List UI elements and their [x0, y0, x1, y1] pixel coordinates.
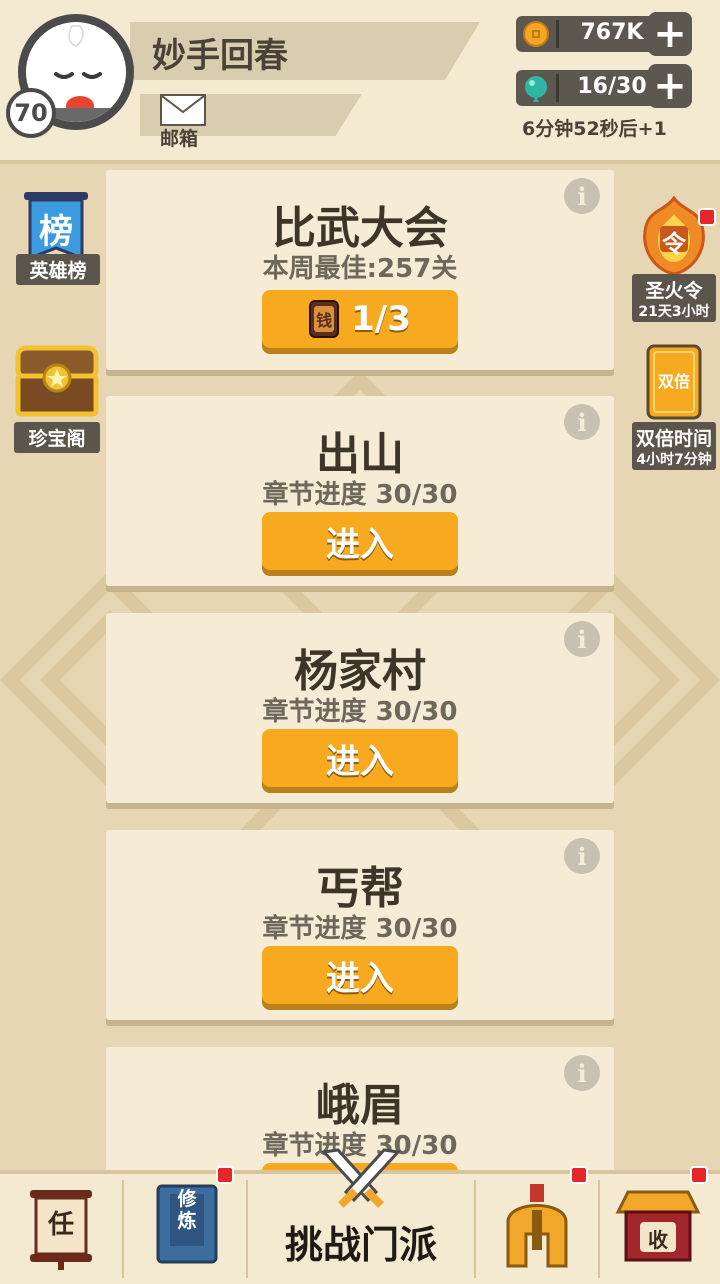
- stamina-value: 16/30: [577, 74, 647, 99]
- crossed-swords-icon: [320, 1148, 402, 1208]
- notification-dot: [570, 1166, 588, 1184]
- cultivate-icon-text: 修炼: [177, 1188, 197, 1232]
- double-icon-text: 双倍: [657, 372, 690, 391]
- ticket-icon: 钱: [309, 300, 340, 338]
- helmet-icon: [506, 1184, 568, 1268]
- coin-value: 767K: [580, 20, 644, 45]
- chapter-progress: 章节进度 30/30: [262, 480, 458, 510]
- mail-label: 邮箱: [160, 128, 199, 150]
- level-badge: 70: [6, 88, 56, 138]
- leaderboard-button[interactable]: 榜 英雄榜: [14, 192, 102, 292]
- chapter-progress: 章节进度 30/30: [262, 697, 458, 727]
- enter-button[interactable]: 进入: [262, 946, 458, 1004]
- stamina-regen-timer: 6分钟52秒后+1: [522, 118, 667, 140]
- holy-fire-order-button[interactable]: 令 圣火令 21天3小时: [630, 196, 718, 322]
- tournament-best: 本周最佳:257关: [262, 254, 458, 284]
- nav-tasks[interactable]: 任: [0, 1174, 122, 1284]
- tournament-title: 比武大会: [272, 203, 448, 254]
- nav-challenge-sect[interactable]: 挑战门派: [248, 1148, 474, 1284]
- chapter-card: i 丐帮 章节进度 30/30 进入: [106, 830, 614, 1020]
- chapter-title: 峨眉: [316, 1080, 404, 1131]
- plus-icon: +: [653, 11, 687, 57]
- chapter-title: 杨家村: [294, 646, 426, 697]
- player-name: 妙手回春: [152, 36, 288, 76]
- treasure-pavilion-label: 珍宝阁: [14, 422, 100, 453]
- coin-separator: [556, 20, 559, 48]
- nav-collect[interactable]: 收: [600, 1166, 720, 1284]
- enter-button[interactable]: 进入: [262, 729, 458, 787]
- stamina-separator: [556, 74, 559, 102]
- mail-button[interactable]: 邮箱: [156, 94, 212, 154]
- chapter-card: i 出山 章节进度 30/30 进入: [106, 396, 614, 586]
- treasure-pavilion-button[interactable]: 珍宝阁: [12, 338, 102, 453]
- ticket-icon-text: 钱: [316, 311, 333, 330]
- coin-icon: [523, 21, 549, 47]
- double-time-timer: 4小时7分钟: [632, 448, 716, 470]
- top-header: 妙手回春 70 邮箱 767K + 16/30 + 6分钟52秒后+1: [0, 0, 720, 164]
- notification-dot: [216, 1166, 234, 1184]
- ticket-count: 1/3: [351, 299, 411, 339]
- notification-dot: [698, 208, 716, 226]
- notification-dot: [690, 1166, 708, 1184]
- double-time-button[interactable]: 双倍 双倍时间 4小时7分钟: [630, 344, 718, 470]
- bottom-nav: 任 修炼 挑战门派 收: [0, 1148, 720, 1284]
- tournament-enter-button[interactable]: 钱 1/3: [262, 290, 458, 348]
- task-icon-text: 任: [47, 1210, 74, 1240]
- chapter-card: i 杨家村 章节进度 30/30 进入: [106, 613, 614, 803]
- chapter-title: 丐帮: [316, 863, 404, 914]
- nav-cultivate[interactable]: 修炼: [124, 1166, 246, 1284]
- leaderboard-label: 英雄榜: [16, 254, 100, 285]
- envelope-icon: [160, 94, 206, 126]
- holy-fire-icon-text: 令: [662, 230, 686, 258]
- nav-equipment[interactable]: [476, 1166, 598, 1284]
- chapter-progress: 章节进度 30/30: [262, 914, 458, 944]
- add-stamina-button[interactable]: +: [648, 64, 692, 108]
- tournament-card: i 比武大会 本周最佳:257关 钱 1/3: [106, 170, 614, 370]
- collect-icon-text: 收: [648, 1228, 668, 1252]
- treasure-chest-icon: [15, 345, 99, 417]
- add-coins-button[interactable]: +: [648, 12, 692, 56]
- challenge-sect-label: 挑战门派: [284, 1223, 437, 1267]
- leaderboard-icon-text: 榜: [39, 212, 73, 252]
- gourd-icon: [525, 76, 547, 102]
- plus-icon: +: [653, 63, 687, 109]
- enter-button[interactable]: 进入: [262, 512, 458, 570]
- chapter-title: 出山: [316, 429, 404, 480]
- holy-fire-timer: 21天3小时: [632, 300, 716, 322]
